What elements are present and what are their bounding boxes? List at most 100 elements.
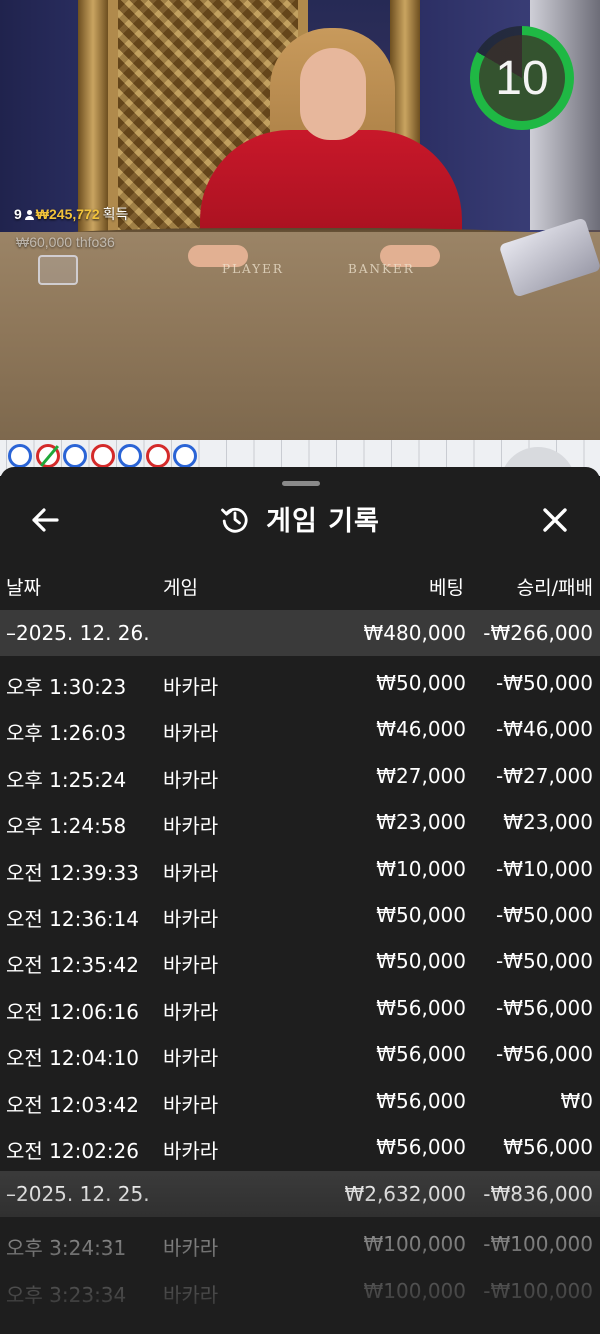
recent-winner: ₩60,000 thfo36 (16, 234, 115, 250)
day-group-header[interactable]: –2025. 12. 26. ₩480,000 -₩266,000 (0, 610, 600, 656)
history-row[interactable]: 오후 1:26:03 바카라 ₩46,000 -₩46,000 (0, 707, 600, 753)
bead-blue (63, 444, 87, 468)
row-bet: ₩46,000 (376, 717, 466, 742)
close-button[interactable] (540, 505, 570, 535)
winners-count: 9 (14, 206, 22, 222)
bead-blue (118, 444, 142, 468)
winners-amount: ₩245,772 (35, 206, 100, 222)
row-bet: ₩50,000 (376, 902, 466, 927)
row-time: 오후 1:26:03 (6, 721, 127, 746)
row-game: 바카라 (163, 1138, 219, 1163)
row-time: 오전 12:03:42 (6, 1092, 139, 1117)
row-result: -₩50,000 (496, 949, 593, 974)
row-time: 오전 12:04:10 (6, 1046, 139, 1071)
bead-red (145, 444, 170, 468)
history-row[interactable]: 오전 12:04:10 바카라 ₩56,000 -₩56,000 (0, 1032, 600, 1078)
row-game: 바카라 (163, 1092, 219, 1117)
day-date: –2025. 12. 26. (6, 621, 150, 645)
day-bet-total: ₩480,000 (363, 621, 466, 645)
row-bet: ₩27,000 (376, 763, 466, 788)
row-time: 오전 12:36:14 (6, 906, 139, 931)
row-game: 바카라 (163, 767, 219, 792)
row-result: ₩56,000 (503, 1134, 593, 1159)
row-game: 바카라 (163, 1236, 219, 1261)
row-time: 오전 12:06:16 (6, 999, 139, 1024)
column-headers: 날짜 게임 베팅 승리/패배 (0, 567, 600, 607)
countdown-timer: 10 (470, 26, 574, 130)
row-game: 바카라 (163, 675, 219, 699)
row-game: 바카라 (163, 1282, 219, 1307)
row-game: 바카라 (163, 860, 219, 885)
column-result: 승리/패배 (516, 577, 593, 599)
history-row[interactable]: 오후 3:23:34 바카라 ₩100,000 -₩100,000 (0, 1269, 600, 1315)
row-result: -₩10,000 (496, 856, 593, 881)
column-bet: 베팅 (429, 577, 464, 599)
column-date: 날짜 (6, 577, 41, 599)
row-result: -₩56,000 (496, 1042, 593, 1067)
row-bet: ₩56,000 (376, 1042, 466, 1067)
row-bet: ₩56,000 (376, 995, 466, 1020)
day-date: –2025. 12. 25. (6, 1182, 150, 1207)
bead-red (90, 444, 115, 468)
row-result: ₩0 (560, 1088, 594, 1113)
row-bet: ₩23,000 (376, 810, 466, 835)
history-row[interactable]: 오후 1:25:24 바카라 ₩27,000 -₩27,000 (0, 754, 600, 800)
row-game: 바카라 (163, 721, 219, 746)
title-group: 게임 기록 (0, 499, 600, 538)
day-bet-total: ₩2,632,000 (344, 1182, 466, 1207)
dealer-face (300, 48, 366, 140)
history-row[interactable]: 오전 12:36:14 바카라 ₩50,000 -₩50,000 (0, 893, 600, 939)
game-history-sheet: 게임 기록 날짜 게임 베팅 승리/패배 –2025. 12. 26. ₩480,… (0, 467, 600, 1334)
person-icon (24, 210, 34, 220)
row-time: 오후 1:24:58 (6, 814, 127, 839)
row-result: -₩46,000 (496, 717, 593, 742)
row-bet: ₩100,000 (363, 1232, 466, 1257)
close-icon (543, 508, 567, 532)
row-bet: ₩10,000 (376, 856, 466, 881)
table-label-player: PLAYER (222, 262, 284, 276)
row-result: -₩50,000 (496, 671, 593, 695)
bead-blue (8, 444, 32, 468)
column-game: 게임 (163, 577, 198, 599)
history-row[interactable]: 오전 12:06:16 바카라 ₩56,000 -₩56,000 (0, 986, 600, 1032)
row-bet: ₩50,000 (376, 671, 466, 695)
row-game: 바카라 (163, 1046, 219, 1071)
row-time: 오전 12:35:42 (6, 953, 139, 978)
row-bet: ₩56,000 (376, 1088, 466, 1113)
sheet-handle[interactable] (282, 481, 320, 486)
row-result: -₩27,000 (496, 763, 593, 788)
row-time: 오전 12:02:26 (6, 1138, 139, 1163)
day-result-total: -₩836,000 (483, 1182, 593, 1207)
timer-value: 10 (495, 51, 549, 105)
bead-blue (173, 444, 197, 468)
history-list: –2025. 12. 26. ₩480,000 -₩266,000 오후 1:30:2… (0, 610, 600, 1315)
bead-red (35, 444, 60, 468)
row-result: -₩56,000 (496, 995, 593, 1020)
history-row[interactable]: 오후 1:24:58 바카라 ₩23,000 ₩23,000 (0, 800, 600, 846)
row-game: 바카라 (163, 906, 219, 931)
day-group-header[interactable]: –2025. 12. 25. ₩2,632,000 -₩836,000 (0, 1171, 600, 1218)
history-row[interactable]: 오전 12:39:33 바카라 ₩10,000 -₩10,000 (0, 847, 600, 893)
winners-summary: 9 ₩245,772 획득 (14, 204, 128, 224)
history-row[interactable]: 오후 3:24:31 바카라 ₩100,000 -₩100,000 (0, 1222, 600, 1268)
row-result: -₩100,000 (483, 1278, 593, 1303)
row-time: 오후 3:24:31 (6, 1236, 127, 1261)
row-game: 바카라 (163, 999, 219, 1024)
row-result: -₩50,000 (496, 902, 593, 927)
row-bet: ₩56,000 (376, 1134, 466, 1159)
row-result: ₩23,000 (503, 810, 593, 835)
history-row[interactable]: 오전 12:02:26 바카라 ₩56,000 ₩56,000 (0, 1125, 600, 1171)
discard-tray (38, 255, 78, 285)
day-result-total: -₩266,000 (483, 621, 593, 645)
row-bet: ₩100,000 (363, 1278, 466, 1303)
history-icon (221, 507, 248, 533)
winners-label: 획득 (102, 206, 129, 222)
history-row[interactable]: 오전 12:35:42 바카라 ₩50,000 -₩50,000 (0, 939, 600, 985)
sheet-header: 게임 기록 (0, 495, 600, 545)
history-row[interactable]: 오전 12:03:42 바카라 ₩56,000 ₩0 (0, 1079, 600, 1125)
row-time: 오후 1:30:23 (6, 675, 127, 699)
timer-face: 10 (479, 35, 565, 121)
history-row[interactable]: 오후 1:30:23 바카라 ₩50,000 -₩50,000 (0, 661, 600, 707)
row-game: 바카라 (163, 953, 219, 978)
row-game: 바카라 (163, 814, 219, 839)
